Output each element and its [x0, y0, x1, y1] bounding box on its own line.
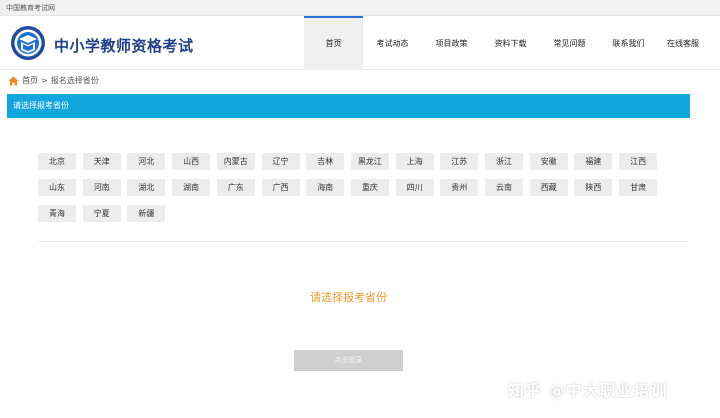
logo-icon — [11, 26, 45, 60]
nav-item[interactable]: 首页 — [304, 16, 363, 70]
province-button[interactable]: 山东 — [38, 179, 76, 196]
home-icon — [8, 76, 19, 85]
province-button[interactable]: 陕西 — [574, 179, 613, 196]
breadcrumb-current: 报名选择省份 — [50, 76, 99, 85]
province-button[interactable]: 吉林 — [306, 153, 345, 170]
province-button[interactable]: 内蒙古 — [216, 153, 255, 170]
nav-item[interactable]: 考试动态 — [363, 16, 422, 70]
province-button[interactable]: 广西 — [261, 179, 300, 196]
breadcrumb: 首页 > 报名选择省份 — [8, 75, 99, 86]
province-button[interactable]: 宁夏 — [82, 205, 121, 222]
province-button[interactable]: 黑龙江 — [350, 153, 389, 170]
province-button[interactable]: 青海 — [38, 205, 76, 222]
login-button[interactable]: 点击登录 — [294, 350, 403, 371]
site-title: 中小学教师资格考试 — [54, 37, 194, 55]
province-button[interactable]: 辽宁 — [261, 153, 300, 170]
top-bar: 中国教育考试网 — [0, 0, 720, 16]
province-button[interactable]: 河北 — [127, 153, 166, 170]
province-button[interactable]: 江苏 — [440, 153, 479, 170]
province-button[interactable]: 西藏 — [529, 179, 568, 196]
province-button[interactable]: 浙江 — [485, 153, 523, 170]
nav-item[interactable]: 项目政策 — [422, 16, 481, 70]
province-button[interactable]: 湖北 — [127, 179, 166, 196]
province-button[interactable]: 上海 — [395, 153, 434, 170]
province-button[interactable]: 安徽 — [529, 153, 568, 170]
province-button[interactable]: 天津 — [82, 153, 121, 170]
divider — [38, 241, 688, 242]
province-button[interactable]: 甘肃 — [619, 179, 658, 196]
province-button[interactable]: 云南 — [485, 179, 523, 196]
select-province-prompt: 请选择报考省份 — [310, 291, 387, 304]
nav-item[interactable]: 资料下载 — [481, 16, 540, 70]
province-button[interactable]: 新疆 — [127, 205, 166, 222]
site-name: 中国教育考试网 — [6, 4, 55, 12]
province-button[interactable]: 福建 — [574, 153, 613, 170]
province-button[interactable]: 湖南 — [172, 179, 211, 196]
nav-item[interactable]: 联系我们 — [599, 16, 658, 70]
province-button[interactable]: 海南 — [306, 179, 345, 196]
watermark: 知乎 @中大职业培训 — [508, 381, 668, 400]
province-button[interactable]: 北京 — [38, 153, 76, 170]
province-button[interactable]: 江西 — [619, 153, 658, 170]
breadcrumb-home-link[interactable]: 首页 — [22, 75, 38, 86]
nav-item[interactable]: 在线客服 — [658, 16, 708, 70]
province-button[interactable]: 贵州 — [440, 179, 479, 196]
province-button[interactable]: 广东 — [216, 179, 255, 196]
province-button[interactable]: 重庆 — [350, 179, 389, 196]
section-title-bar: 请选择报考省份 — [7, 94, 690, 118]
main-nav: 首页 考试动态 项目政策 资料下载 常见问题 联系我们 在线客服 — [304, 16, 708, 70]
breadcrumb-separator: > — [41, 76, 48, 85]
province-button[interactable]: 河南 — [82, 179, 121, 196]
nav-item[interactable]: 常见问题 — [540, 16, 599, 70]
province-button[interactable]: 四川 — [395, 179, 434, 196]
header: 中小学教师资格考试 首页 考试动态 项目政策 资料下载 常见问题 联系我们 在线客服 — [0, 16, 720, 70]
province-button[interactable]: 山西 — [172, 153, 211, 170]
